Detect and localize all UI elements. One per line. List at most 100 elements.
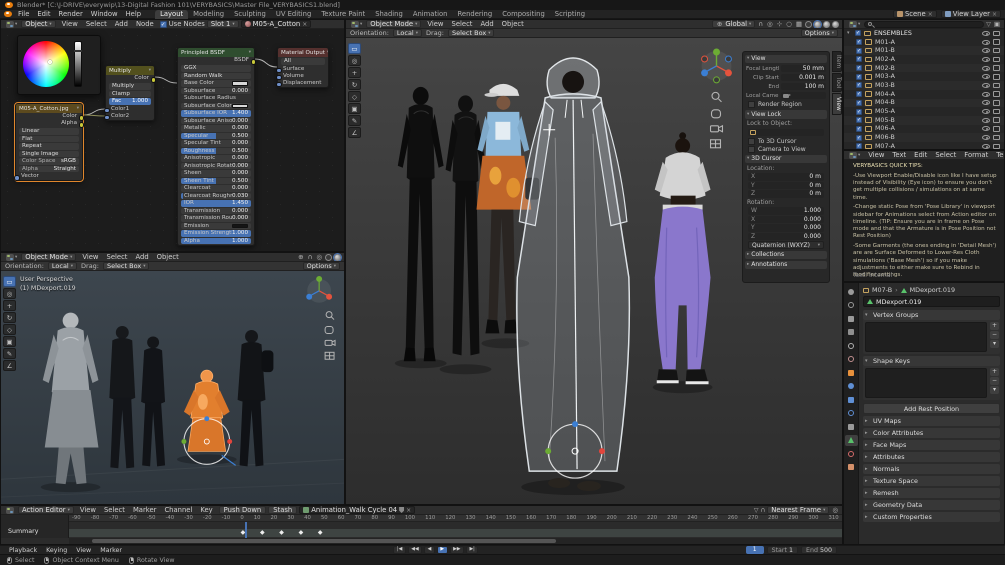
shader-menu-select[interactable]: Select bbox=[82, 20, 111, 29]
select-box-tool-icon[interactable]: ▭ bbox=[348, 43, 361, 54]
timeline-scrollbar[interactable] bbox=[92, 539, 556, 543]
timeline-area[interactable]: -90-80-70-60-50-40-30-20-100102030405060… bbox=[69, 515, 842, 544]
workspace-tab-texture-paint[interactable]: Texture Paint bbox=[316, 10, 370, 19]
rotation-mode-dropdown[interactable]: Quaternion (WXYZ)▾ bbox=[748, 241, 824, 249]
lock-to-object-field[interactable] bbox=[748, 129, 824, 137]
bsdf-sheen[interactable]: Sheen0.000 bbox=[181, 170, 251, 177]
panel-uv-maps[interactable]: ▸UV Maps bbox=[863, 416, 1000, 426]
unlink-icon[interactable]: × bbox=[928, 11, 933, 18]
modifiers-properties-tab[interactable] bbox=[845, 381, 858, 392]
view-setting-focal-length[interactable]: Focal Length50 mm bbox=[746, 65, 826, 73]
blender-app-icon[interactable] bbox=[4, 11, 12, 17]
workspace-tab-layout[interactable]: Layout bbox=[155, 10, 188, 19]
current-frame-field[interactable]: 1 bbox=[746, 546, 764, 554]
cursor-location-x[interactable]: X0 m bbox=[748, 173, 824, 181]
bsdf-transmission-roughness[interactable]: Transmission Roughness0.000 bbox=[181, 215, 251, 222]
image-node-header[interactable]: M05-A_Cotton.jpg▾ bbox=[16, 104, 82, 113]
panel-view-lock[interactable]: ▾View Lock bbox=[745, 110, 827, 119]
render-region-checkbox[interactable]: Render Region bbox=[745, 101, 827, 109]
mode-dropdown[interactable]: Object Mode▾ bbox=[21, 253, 76, 261]
lock-3d-cursor-checkbox[interactable]: To 3D Cursor bbox=[745, 137, 827, 145]
value-slider-handle[interactable] bbox=[74, 50, 82, 52]
workspace-tab-sculpting[interactable]: Sculpting bbox=[229, 10, 271, 19]
cursor-tool-icon[interactable]: ◎ bbox=[3, 288, 16, 299]
snap-magnet-icon[interactable]: ∩ bbox=[757, 20, 764, 28]
transport-button-item[interactable]: ▶▶ bbox=[450, 546, 464, 554]
panel-remesh[interactable]: ▸Remesh bbox=[863, 488, 1000, 498]
outliner-item-m01-b[interactable]: ✓M01-B bbox=[844, 46, 1004, 55]
selectable-checkbox-icon[interactable]: ✓ bbox=[856, 39, 862, 45]
selectable-checkbox-icon[interactable]: ✓ bbox=[856, 143, 862, 149]
panel-color-attributes[interactable]: ▸Color Attributes bbox=[863, 428, 1000, 438]
panel-texture-space[interactable]: ▸Texture Space bbox=[863, 476, 1000, 486]
image-node-field-repeat[interactable]: Repeat bbox=[19, 143, 79, 150]
hide-eye-icon[interactable] bbox=[982, 48, 990, 53]
view-setting-clip-start[interactable]: Clip Start0.001 m bbox=[746, 74, 826, 82]
bsdf-specular[interactable]: Specular0.500 bbox=[181, 133, 251, 140]
panel-shape-keys[interactable]: ▾Shape Keys bbox=[863, 356, 1000, 366]
remove-item-button[interactable]: − bbox=[990, 331, 999, 339]
base-color-swatch[interactable] bbox=[232, 81, 248, 86]
remove-item-button[interactable]: − bbox=[990, 377, 999, 385]
image-node-field-flat[interactable]: Flat bbox=[19, 136, 79, 143]
proportional-edit-icon[interactable]: ◎ bbox=[766, 20, 774, 28]
bsdf-subsurface[interactable]: Subsurface0.000 bbox=[181, 88, 251, 95]
viewport-menu-add[interactable]: Add bbox=[131, 253, 152, 262]
item-specials-button[interactable]: ▾ bbox=[990, 386, 999, 394]
select-box-tool-icon[interactable]: ▭ bbox=[3, 276, 16, 287]
main-viewport-canvas[interactable]: ▭◎+↻◇▣✎∠ ▾View Focal Length50 mmClip Sta… bbox=[346, 38, 842, 504]
selectable-checkbox-icon[interactable]: ✓ bbox=[856, 74, 862, 80]
bsdf-subsurface-ior[interactable]: Subsurface IOR1.400 bbox=[181, 110, 251, 117]
panel-attributes[interactable]: ▸Attributes bbox=[863, 452, 1000, 462]
add-rest-position-button[interactable]: Add Rest Position bbox=[863, 403, 1000, 414]
text-menu-text[interactable]: Text bbox=[888, 151, 910, 160]
bsdf-anisotropic-rotation[interactable]: Anisotropic Rotation0.000 bbox=[181, 163, 251, 170]
input-socket-vector[interactable]: Vector bbox=[16, 173, 82, 180]
panel-collections[interactable]: ▸Collections bbox=[745, 251, 827, 260]
action-name-field[interactable]: Animation_Walk Cycle 04 × bbox=[299, 506, 415, 514]
bsdf-output-socket[interactable]: BSDF bbox=[178, 57, 254, 64]
image-texture-node[interactable]: M05-A_Cotton.jpg▾ ColorAlpha LinearFlatR… bbox=[15, 103, 83, 181]
rotate-tool-icon[interactable]: ↻ bbox=[348, 79, 361, 90]
bsdf-emission-strength[interactable]: Emission Strength1.000 bbox=[181, 230, 251, 237]
transport-button-item[interactable]: ▶ bbox=[437, 546, 448, 554]
transport-button-item[interactable]: |◀ bbox=[393, 546, 405, 554]
menu-edit[interactable]: Edit bbox=[33, 10, 54, 19]
panel-3d-cursor[interactable]: ▾3D Cursor bbox=[745, 155, 827, 164]
bsdf-specular-tint[interactable]: Specular Tint0.000 bbox=[181, 140, 251, 147]
bsdf-emission[interactable]: Emission bbox=[181, 223, 251, 230]
proportional-edit-icon[interactable]: ◎ bbox=[831, 506, 839, 514]
outliner-item-m07-a[interactable]: ✓M07-A bbox=[844, 142, 1004, 149]
unlink-icon[interactable]: × bbox=[302, 21, 307, 28]
end-frame-field[interactable]: End500 bbox=[801, 546, 837, 554]
hide-eye-icon[interactable] bbox=[982, 40, 990, 45]
scene-properties-tab[interactable] bbox=[845, 340, 858, 351]
selectable-checkbox-icon[interactable]: ✓ bbox=[856, 109, 862, 115]
bsdf-alpha[interactable]: Alpha1.000 bbox=[181, 238, 251, 245]
material-slot-dropdown[interactable]: Slot 1▾ bbox=[207, 20, 239, 28]
keyframe-track-area[interactable]: 1 ◆◆◆◆◆ bbox=[69, 522, 842, 538]
viewport-display-icon[interactable] bbox=[993, 74, 1000, 80]
measure-tool-icon[interactable]: ∠ bbox=[348, 127, 361, 138]
workspace-tab-compositing[interactable]: Compositing bbox=[497, 10, 550, 19]
rendered-shading-icon[interactable] bbox=[832, 21, 839, 28]
outliner-item-m02-b[interactable]: ✓M02-B bbox=[844, 64, 1004, 73]
hide-eye-icon[interactable] bbox=[982, 66, 990, 71]
viewport-menu-add[interactable]: Add bbox=[476, 20, 497, 29]
particles-properties-tab[interactable] bbox=[845, 394, 858, 405]
summary-channel-label[interactable]: Summary bbox=[8, 528, 38, 535]
mix-node-header[interactable]: Multiply▾ bbox=[106, 66, 154, 75]
color-value-slider[interactable] bbox=[74, 41, 82, 87]
move-tool-icon[interactable]: + bbox=[348, 67, 361, 78]
bsdf-base-color[interactable]: Base Color bbox=[181, 80, 251, 87]
selectable-checkbox-icon[interactable]: ✓ bbox=[856, 65, 862, 71]
transform-tool-icon[interactable]: ▣ bbox=[348, 103, 361, 114]
solid-shading-icon[interactable] bbox=[814, 21, 821, 28]
mix-node-field-multiply[interactable]: Multiply bbox=[109, 83, 151, 90]
hide-eye-icon[interactable] bbox=[982, 109, 990, 114]
panel-custom-properties[interactable]: ▸Custom Properties bbox=[863, 512, 1000, 522]
dopesheet-menu-key[interactable]: Key bbox=[196, 506, 216, 515]
output-target-field-all[interactable]: All bbox=[281, 58, 325, 65]
viewport-menu-object[interactable]: Object bbox=[153, 253, 183, 262]
bsdf-subsurface-color[interactable]: Subsurface Color bbox=[181, 103, 251, 110]
